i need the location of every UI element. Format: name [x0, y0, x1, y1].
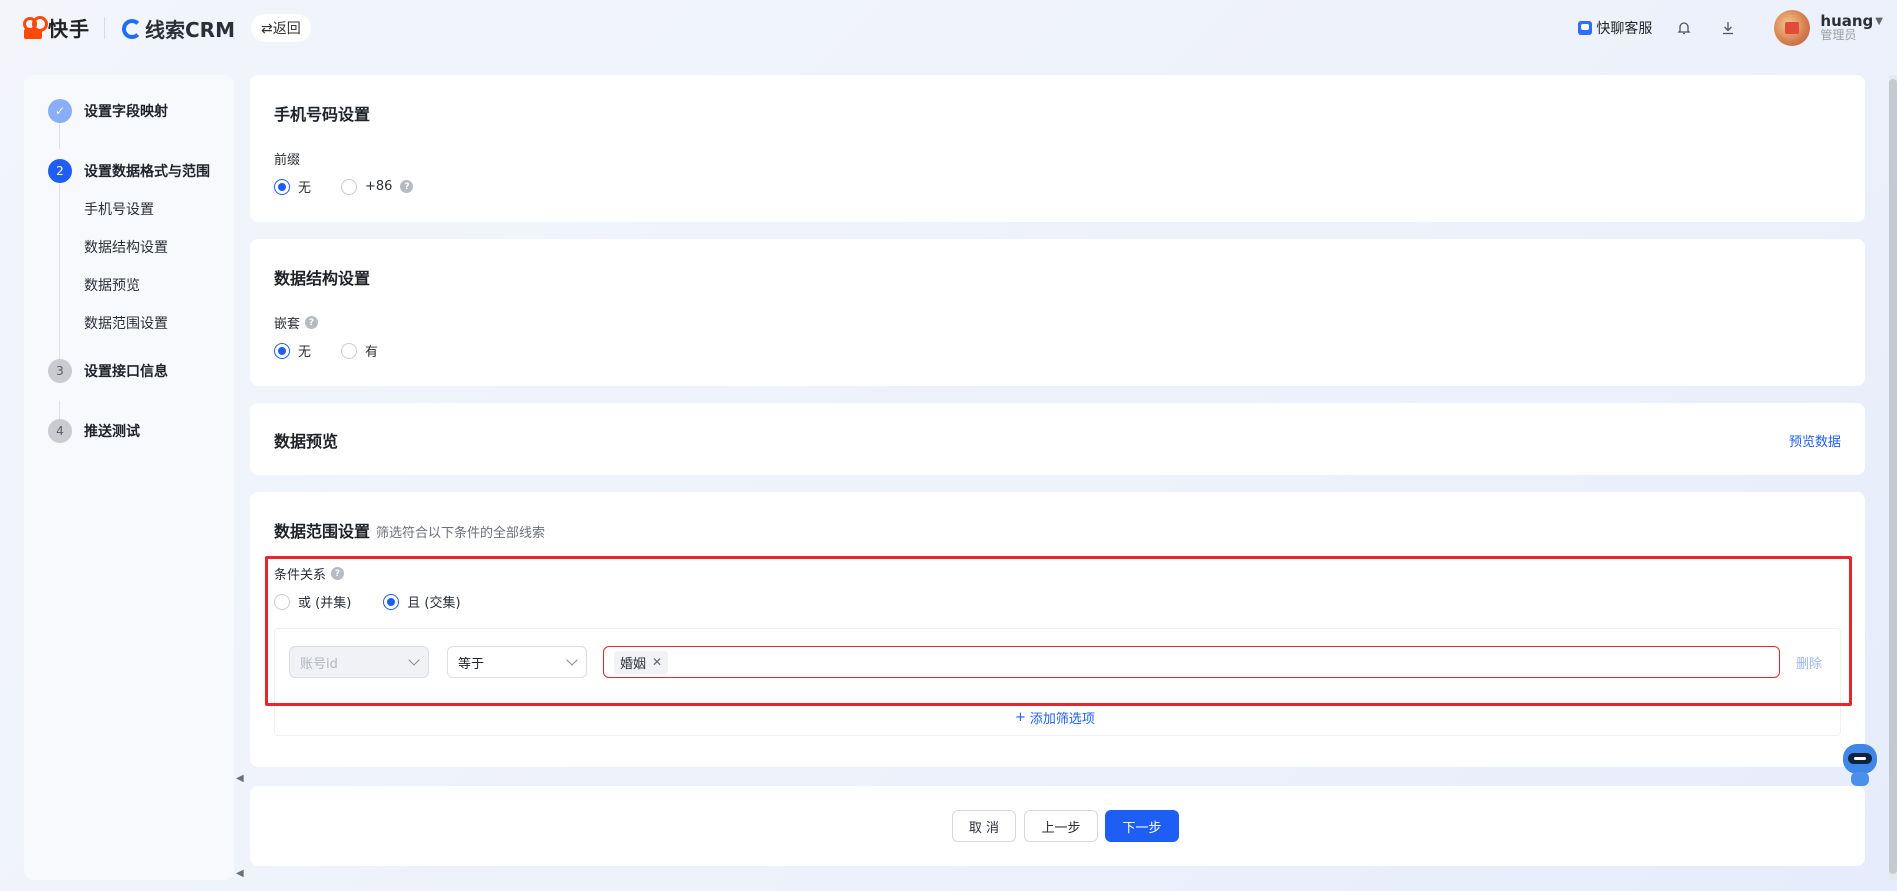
scrollbar-thumb[interactable]	[1889, 79, 1897, 874]
header-right-tools: 快聊客服 huang 管理员 ▼	[1578, 10, 1883, 46]
prefix-label: 前缀	[274, 149, 300, 168]
structure-settings-card: 数据结构设置 嵌套 ? 无 有	[250, 239, 1865, 386]
step-number: 2	[48, 159, 72, 183]
step-label: 设置字段映射	[84, 104, 168, 120]
plus-icon: +	[1015, 710, 1026, 725]
add-filter-label: 添加筛选项	[1029, 712, 1095, 727]
prefix-label-text: 前缀	[274, 153, 301, 168]
assistant-robot-icon[interactable]	[1837, 740, 1883, 790]
step-data-format[interactable]: 2 设置数据格式与范围	[48, 159, 210, 183]
radio-label: 无	[298, 181, 312, 196]
kuaishou-logo[interactable]: 快手	[22, 13, 90, 42]
robot-visor	[1848, 753, 1872, 764]
step-label: 设置数据格式与范围	[84, 164, 210, 180]
step-label: 设置接口信息	[84, 364, 168, 380]
customer-service-label: 快聊客服	[1596, 21, 1653, 37]
download-icon[interactable]	[1718, 18, 1738, 38]
page-scrollbar[interactable]	[1889, 75, 1897, 880]
help-icon[interactable]: ?	[305, 316, 319, 329]
robot-body	[1851, 772, 1869, 786]
radio-checked[interactable]	[274, 178, 290, 195]
nest-label: 嵌套 ?	[274, 313, 319, 332]
substep-preview[interactable]: 数据预览	[84, 275, 140, 295]
step-field-mapping[interactable]: ✓ 设置字段映射	[48, 99, 168, 123]
radio-unchecked[interactable]	[341, 178, 358, 195]
prefix-option-86[interactable]: +86 ?	[341, 178, 414, 195]
data-preview-card: 数据预览 预览数据	[250, 403, 1865, 475]
back-button[interactable]: ⇄返回	[251, 14, 311, 42]
steps-sidebar: ✓ 设置字段映射 2 设置数据格式与范围 手机号设置 数据结构设置 数据预览 数…	[24, 75, 234, 880]
nest-option-none[interactable]: 无	[274, 341, 311, 360]
kuaishou-brand-text: 快手	[48, 17, 90, 41]
substep-phone[interactable]: 手机号设置	[84, 199, 154, 219]
customer-service-link[interactable]: 快聊客服	[1578, 18, 1652, 38]
step-label: 推送测试	[84, 424, 140, 440]
user-role: 管理员	[1820, 28, 1857, 42]
nest-option-yes[interactable]: 有	[341, 341, 378, 360]
nest-label-text: 嵌套	[274, 317, 301, 332]
nest-radio-group: 无 有	[274, 341, 408, 360]
chevron-down-icon[interactable]: ▼	[1875, 16, 1883, 27]
radio-checked[interactable]	[274, 342, 290, 359]
crm-logo[interactable]: 线索CRM	[122, 14, 235, 43]
card-title: 数据结构设置	[274, 269, 371, 288]
card-title: 数据范围设置 筛选符合以下条件的全部线索	[274, 518, 545, 542]
crm-logo-icon	[122, 18, 142, 39]
check-icon: ✓	[48, 99, 72, 123]
footer-actions: 取 消 上一步 下一步	[250, 786, 1865, 866]
phone-settings-card: 手机号码设置 前缀 无 +86 ?	[250, 75, 1865, 222]
top-header: 快手 线索CRM ⇄返回 快聊客服 huang 管理员 ▼	[0, 0, 1897, 56]
card-title: 手机号码设置	[274, 105, 371, 124]
card-title: 数据预览	[274, 432, 339, 451]
avatar[interactable]	[1774, 10, 1811, 46]
prefix-radio-group: 无 +86 ?	[274, 177, 443, 196]
substep-structure[interactable]: 数据结构设置	[84, 237, 168, 257]
bell-icon[interactable]	[1674, 18, 1694, 38]
user-info[interactable]: huang 管理员	[1820, 12, 1874, 43]
header-divider	[104, 17, 105, 39]
highlight-frame	[265, 556, 1852, 706]
substep-range[interactable]: 数据范围设置	[84, 313, 168, 333]
card-title-text: 数据范围设置	[274, 522, 371, 541]
step-interface-info[interactable]: 3 设置接口信息	[48, 359, 168, 383]
radio-label: 无	[298, 345, 312, 360]
radio-label: 有	[365, 345, 379, 360]
step-push-test[interactable]: 4 推送测试	[48, 419, 140, 443]
prefix-option-none[interactable]: 无	[274, 177, 311, 196]
help-icon[interactable]: ?	[400, 180, 414, 193]
prev-step-button[interactable]: 上一步	[1024, 810, 1098, 842]
range-hint: 筛选符合以下条件的全部线索	[376, 526, 546, 541]
crm-brand-text: 线索CRM	[145, 18, 235, 42]
kuaishou-logo-icon	[22, 15, 48, 40]
step-number: 3	[48, 359, 72, 383]
preview-data-link[interactable]: 预览数据	[1789, 431, 1841, 450]
step-number: 4	[48, 419, 72, 443]
cancel-button[interactable]: 取 消	[952, 810, 1016, 842]
step-connector	[59, 177, 60, 375]
collapse-left-icon[interactable]: ◀	[236, 868, 244, 879]
radio-unchecked[interactable]	[341, 342, 358, 359]
add-filter-link[interactable]: + 添加筛选项	[1015, 708, 1095, 727]
user-name: huang	[1820, 12, 1874, 30]
collapse-left-icon[interactable]: ◀	[236, 773, 244, 784]
chat-icon	[1578, 21, 1593, 35]
next-step-button[interactable]: 下一步	[1105, 810, 1179, 842]
radio-label: +86	[365, 179, 393, 194]
